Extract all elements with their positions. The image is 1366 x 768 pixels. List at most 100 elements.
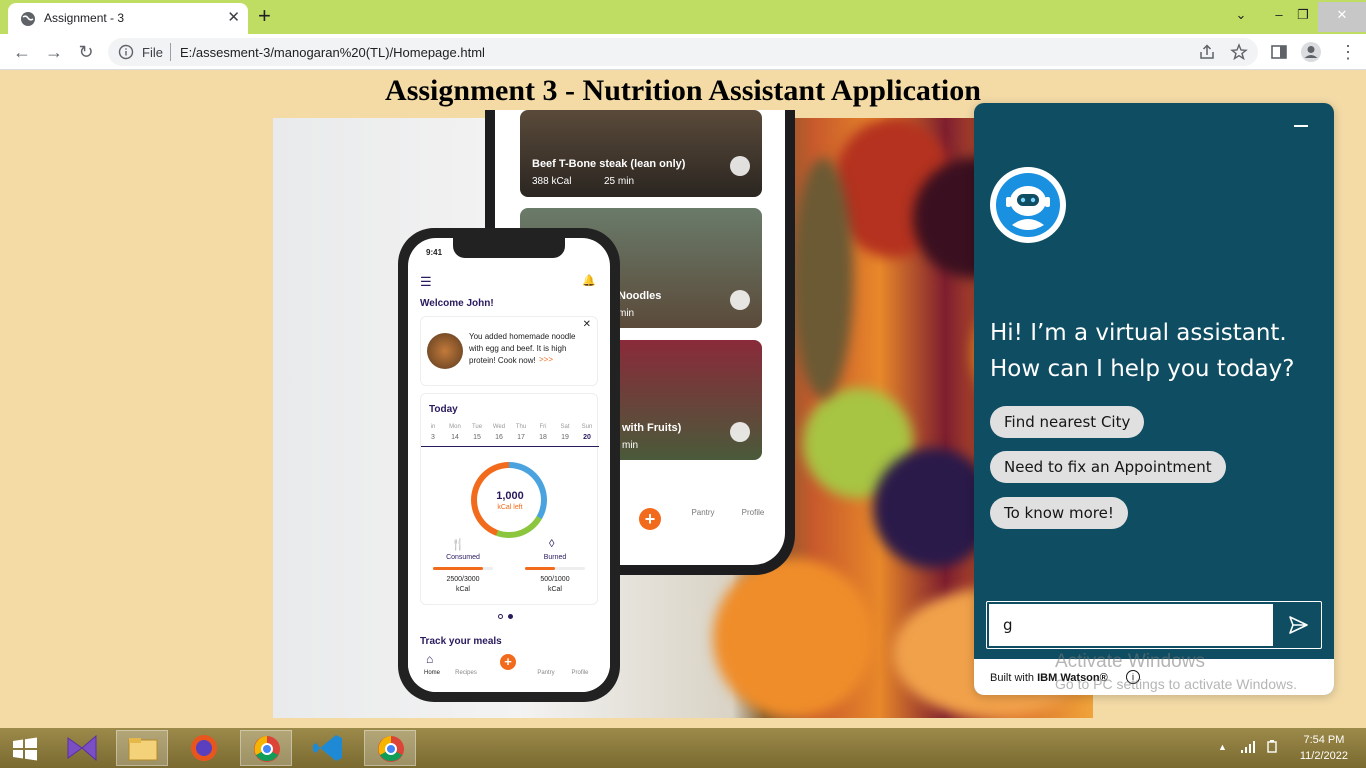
built-with-text: Built with [990,672,1035,684]
day-date: 16 [495,434,503,441]
recipe-time: min [622,440,639,451]
minimize-chat-icon[interactable] [1294,125,1308,127]
robot-icon [996,173,1060,237]
day-name: Sat [560,424,570,430]
burned-label: Burned [543,554,567,561]
notice-text: You added homemade noodle with egg and b… [469,332,576,365]
chrome-taskbar-icon[interactable] [364,730,416,766]
tab-title: Assignment - 3 [44,11,125,25]
dislike-icon [730,290,750,310]
day-date: 15 [473,434,481,441]
consumed-value: 2500/3000 [446,576,480,583]
send-icon[interactable] [1287,614,1309,636]
add-icon: + [639,508,661,530]
windows-start-icon[interactable] [12,737,38,761]
day-date: 3 [431,434,435,441]
phone-mockup-front: 9:41 ☰ 🔔 Welcome John! You added homemad… [398,228,620,702]
today-card: Today in 3 Mon 14 Tue 15 Wed 16 Thu 17 Fri 18 Sat 19 S… [420,393,599,605]
option-fix-appointment[interactable]: Need to fix an Appointment [990,451,1226,483]
vscode-taskbar-icon[interactable] [302,730,354,766]
file-explorer-taskbar-icon[interactable] [116,730,168,766]
firefox-taskbar-icon[interactable] [178,730,230,766]
clock-date: 11/2/2022 [1299,750,1348,762]
kcal-left-label: kCal left [497,504,523,511]
recipe-name: with Fruits) [622,422,682,434]
option-know-more[interactable]: To know more! [990,497,1128,529]
close-icon: ✕ [582,319,591,330]
system-clock[interactable]: 7:54 PM 11/2/2022 [1300,732,1348,764]
phone-front-bottom-nav: ⌂ Home Recipes + Pantry Profile [408,648,610,692]
day-name: Tue [471,424,483,430]
maximize-window-icon[interactable]: ❐ [1292,2,1314,32]
side-panel-icon[interactable] [1270,43,1288,61]
day-date: 20 [583,434,591,441]
recipe-name: Beef T-Bone steak (lean only) [532,158,686,170]
assistant-avatar [990,167,1066,243]
burned-unit: kCal [547,586,562,593]
chat-input-container [986,601,1322,649]
minimize-window-icon[interactable]: – [1268,2,1290,32]
bookmark-star-icon[interactable] [1230,43,1248,61]
option-find-nearest-city[interactable]: Find nearest City [990,406,1145,438]
dislike-icon [730,422,750,442]
chat-message-input[interactable] [989,604,1273,646]
consumed-bar [433,567,493,570]
reload-icon[interactable]: ↻ [74,40,98,64]
day-name: Thu [515,424,527,430]
power-plug-icon[interactable] [1264,739,1280,755]
close-window-icon[interactable]: ✕ [1318,2,1366,32]
consumed-label: Consumed [446,554,480,561]
burned-bar [525,567,585,570]
day-name: in [430,424,436,430]
share-icon[interactable] [1198,43,1216,61]
nav-pantry-label: Pantry [691,508,715,517]
browser-toolbar: ← → ↻ File E:/assesment-3/manogaran%20(T… [0,34,1366,70]
add-icon: + [500,654,516,670]
home-icon: ⌂ [426,652,434,666]
address-separator [170,43,171,61]
notice-link: >>> [539,355,554,364]
recipe-card: Beef T-Bone steak (lean only) 388 kCal 2… [520,110,762,197]
nav-pantry-label: Pantry [537,670,555,676]
address-url[interactable]: E:/assesment-3/manogaran%20(TL)/Homepage… [180,45,485,60]
browser-tab[interactable]: Assignment - 3 ✕ [8,3,248,34]
info-icon[interactable] [118,44,134,60]
kcal-left-value: 1,000 [496,490,524,502]
day-date: 18 [539,434,547,441]
tab-search-icon[interactable]: ⌄ [1230,2,1252,32]
day-row-divider [421,446,599,447]
flame-icon: ◊ [549,538,555,550]
phone-notch [453,238,565,258]
day-date: 14 [451,434,459,441]
burned-value: 500/1000 [540,576,570,583]
address-bar[interactable]: File E:/assesment-3/manogaran%20(TL)/Hom… [108,38,1258,66]
network-signal-icon[interactable] [1240,740,1256,754]
bell-icon: 🔔 [582,275,596,287]
dislike-icon [730,156,750,176]
visual-studio-taskbar-icon[interactable] [56,730,108,766]
day-name: Wed [492,424,506,430]
day-name: Mon [449,424,461,430]
pager-dot-active [508,614,513,619]
today-label: Today [429,404,458,415]
watson-chat-widget: Hi! I’m a virtual assistant. How can I h… [974,103,1334,695]
consumed-bar-fill [433,567,483,570]
chrome-canary-taskbar-icon[interactable] [240,730,292,766]
show-hidden-icons-icon[interactable]: ▲ [1218,742,1227,752]
nav-recipes-label: Recipes [455,670,477,676]
fork-knife-icon: 🍴 [451,539,465,551]
forward-arrow-icon[interactable]: → [42,40,66,64]
fruit-blob [713,558,873,718]
close-tab-icon[interactable]: ✕ [227,8,240,26]
address-scheme: File [142,45,163,60]
browser-tab-strip: Assignment - 3 ✕ + ⌄ – ❐ ✕ [0,0,1366,34]
consumed-unit: kCal [455,586,470,593]
new-tab-icon[interactable]: + [258,3,271,29]
windows-taskbar: ▲ 7:54 PM 11/2/2022 [0,728,1366,768]
recipe-time: 25 min [604,176,635,187]
clock-time: 7:54 PM [1303,734,1345,746]
day-name: Sun [581,424,593,430]
back-arrow-icon[interactable]: ← [10,40,34,64]
browser-menu-icon[interactable]: ⋮ [1336,40,1360,64]
profile-avatar-icon[interactable] [1300,41,1322,63]
